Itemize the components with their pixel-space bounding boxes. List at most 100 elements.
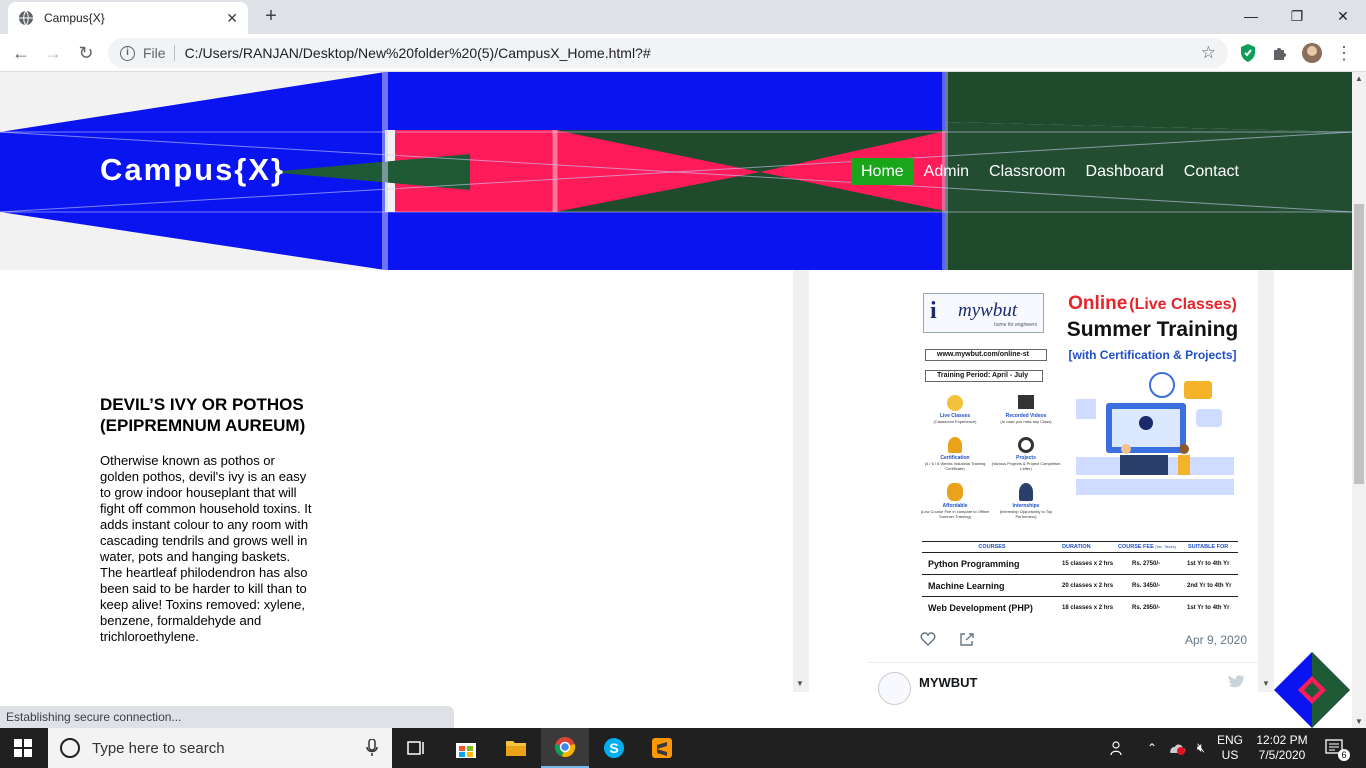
- maximize-button[interactable]: ❐: [1274, 4, 1320, 30]
- ad-website: www.mywbut.com/online-st: [925, 349, 1047, 361]
- tweet-actions: Apr 9, 2020: [920, 628, 1250, 656]
- camera-icon: [1018, 395, 1034, 409]
- tab-title: Campus{X}: [44, 11, 105, 25]
- course-row: Python Programming 15 classes x 2 hrs Rs…: [922, 553, 1238, 575]
- article-body: Otherwise known as pothos or golden poth…: [100, 453, 312, 644]
- shield-extension-icon[interactable]: [1238, 43, 1258, 63]
- ad-headline: Online (Live Classes): [1068, 293, 1237, 314]
- nav-item-classroom[interactable]: Classroom: [979, 158, 1075, 185]
- nav-item-home[interactable]: Home: [851, 158, 914, 185]
- feature-certification: Certification (4 / 6 / 8 Weeks Industria…: [920, 437, 990, 471]
- scrollbar-thumb[interactable]: [1354, 204, 1364, 484]
- ad-subtitle: [with Certification & Projects]: [1068, 348, 1237, 362]
- onedrive-icon[interactable]: [1166, 728, 1188, 768]
- sublime-text-icon[interactable]: [638, 728, 686, 768]
- award-icon: [948, 437, 962, 453]
- speaker-muted-icon[interactable]: 🔇︎: [1190, 728, 1212, 768]
- skype-icon[interactable]: S: [590, 728, 638, 768]
- feature-recorded-videos: Recorded Videos (In case you miss any Cl…: [990, 395, 1062, 424]
- floating-logo-icon[interactable]: [1274, 652, 1350, 728]
- site-logo[interactable]: Campus{X}: [100, 152, 285, 188]
- ad-training-period: Training Period: April - July: [925, 370, 1043, 382]
- language-indicator[interactable]: ENG US: [1214, 728, 1246, 768]
- nav-item-dashboard[interactable]: Dashboard: [1076, 158, 1174, 185]
- profile-avatar[interactable]: [1302, 43, 1322, 63]
- article-heading: DEVIL’S IVY OR POTHOS (EPIPREMNUM AUREUM…: [100, 395, 306, 435]
- browser-tab[interactable]: Campus{X} ✕: [8, 2, 248, 34]
- svg-text:S: S: [609, 740, 618, 756]
- embed-scrollbar[interactable]: ▼: [1258, 270, 1274, 692]
- browser-menu-icon[interactable]: ⋮: [1334, 43, 1354, 63]
- notification-count-badge: 6: [1338, 749, 1350, 761]
- money-bag-icon: [947, 483, 963, 501]
- next-tweet: MYWBUT: [868, 662, 1258, 705]
- online-classroom-illustration: [1076, 372, 1234, 495]
- minimize-button[interactable]: —: [1228, 4, 1274, 30]
- avatar[interactable]: [878, 672, 911, 705]
- microsoft-store-icon[interactable]: [442, 728, 490, 768]
- address-bar[interactable]: i File C:/Users/RANJAN/Desktop/New%20fol…: [108, 38, 1228, 68]
- action-center-icon[interactable]: 6: [1320, 728, 1350, 768]
- mywbut-logo: i mywbut home for engineers: [923, 293, 1044, 333]
- live-classes-icon: [947, 395, 963, 411]
- taskbar-search-placeholder: Type here to search: [92, 739, 225, 757]
- windows-start-icon[interactable]: [14, 739, 32, 757]
- scroll-up-arrow-icon[interactable]: ▲: [1355, 74, 1363, 83]
- feature-affordable: Affordable (Low Course Fee in compare to…: [920, 483, 990, 519]
- heart-icon[interactable]: [920, 631, 936, 647]
- forward-button[interactable]: →: [40, 40, 66, 66]
- feature-internships: Internships (Internship Opportunity to T…: [990, 483, 1062, 519]
- page-viewport: Campus{X} Home Admin Classroom Dashboard…: [0, 72, 1352, 728]
- chrome-taskbar-icon[interactable]: [541, 728, 589, 768]
- course-table-header: COURSES DURATION COURSE FEE (Inc. Taxes)…: [922, 542, 1238, 553]
- course-table: COURSES DURATION COURSE FEE (Inc. Taxes)…: [922, 541, 1238, 619]
- tweet-image-ad[interactable]: i mywbut home for engineers Online (Live…: [920, 285, 1245, 625]
- ad-title: Summer Training: [1066, 318, 1239, 341]
- task-view-icon[interactable]: [392, 728, 440, 768]
- share-icon[interactable]: [959, 631, 975, 647]
- back-button[interactable]: ←: [8, 40, 34, 66]
- feature-live-classes: Live Classes (Classroom Experience): [920, 395, 990, 424]
- tray-expand-icon[interactable]: ⌃: [1142, 728, 1162, 768]
- close-window-button[interactable]: ✕: [1320, 4, 1366, 30]
- browser-tab-strip: Campus{X} ✕ + — ❐ ✕: [0, 0, 1366, 34]
- course-row: Web Development (PHP) 18 classes x 2 hrs…: [928, 603, 1230, 613]
- ad-features: Live Classes (Classroom Experience) Reco…: [920, 395, 1065, 525]
- embed-left-gutter: ▼: [793, 270, 809, 692]
- puzzle-extensions-icon[interactable]: [1270, 43, 1290, 63]
- scroll-down-arrow-icon[interactable]: ▼: [1355, 717, 1363, 726]
- main-nav: Home Admin Classroom Dashboard Contact: [851, 158, 1249, 185]
- person-icon: [1019, 483, 1033, 501]
- browser-status-bubble: Establishing secure connection...: [0, 706, 454, 728]
- reload-button[interactable]: ↻: [73, 40, 99, 66]
- nav-item-contact[interactable]: Contact: [1174, 158, 1249, 185]
- clock[interactable]: 12:02 PM 7/5/2020: [1250, 728, 1314, 768]
- globe-icon: [19, 10, 33, 26]
- browser-toolbar: ← → ↻ i File C:/Users/RANJAN/Desktop/New…: [0, 34, 1366, 72]
- site-info-icon[interactable]: i: [120, 45, 135, 61]
- tab-close-icon[interactable]: ✕: [226, 10, 238, 27]
- embed-scroll-down-arrow-icon[interactable]: ▼: [1262, 679, 1270, 688]
- address-separator: [173, 45, 175, 61]
- course-row: Machine Learning 20 classes x 2 hrs Rs. …: [922, 575, 1238, 597]
- scheme-label: File: [143, 45, 166, 61]
- embed-scroll-down-icon[interactable]: ▼: [796, 679, 804, 688]
- new-tab-button[interactable]: +: [260, 5, 282, 28]
- bookmark-star-icon[interactable]: ☆: [1201, 43, 1216, 63]
- windows-taskbar: Type here to search S ⌃ 🔇︎ ENG US 12:02 …: [0, 728, 1366, 768]
- page-scrollbar[interactable]: ▲ ▼: [1352, 72, 1366, 728]
- article: DEVIL’S IVY OR POTHOS (EPIPREMNUM AUREUM…: [100, 394, 315, 645]
- tweet-author-name[interactable]: MYWBUT: [919, 675, 978, 690]
- taskbar-search-box[interactable]: Type here to search: [48, 728, 392, 768]
- twitter-bird-icon: [1228, 675, 1245, 688]
- hero-banner: Campus{X} Home Admin Classroom Dashboard…: [0, 72, 1352, 270]
- gear-icon: [1018, 437, 1034, 453]
- cortana-icon: [60, 738, 80, 758]
- microphone-icon[interactable]: [366, 739, 378, 757]
- file-explorer-icon[interactable]: [492, 728, 540, 768]
- people-icon[interactable]: [1106, 728, 1130, 768]
- nav-item-admin[interactable]: Admin: [914, 158, 979, 185]
- feature-projects: Projects (Various Projects & Project Com…: [990, 437, 1062, 471]
- url-text[interactable]: C:/Users/RANJAN/Desktop/New%20folder%20(…: [185, 45, 1201, 61]
- tweet-date[interactable]: Apr 9, 2020: [1185, 633, 1247, 647]
